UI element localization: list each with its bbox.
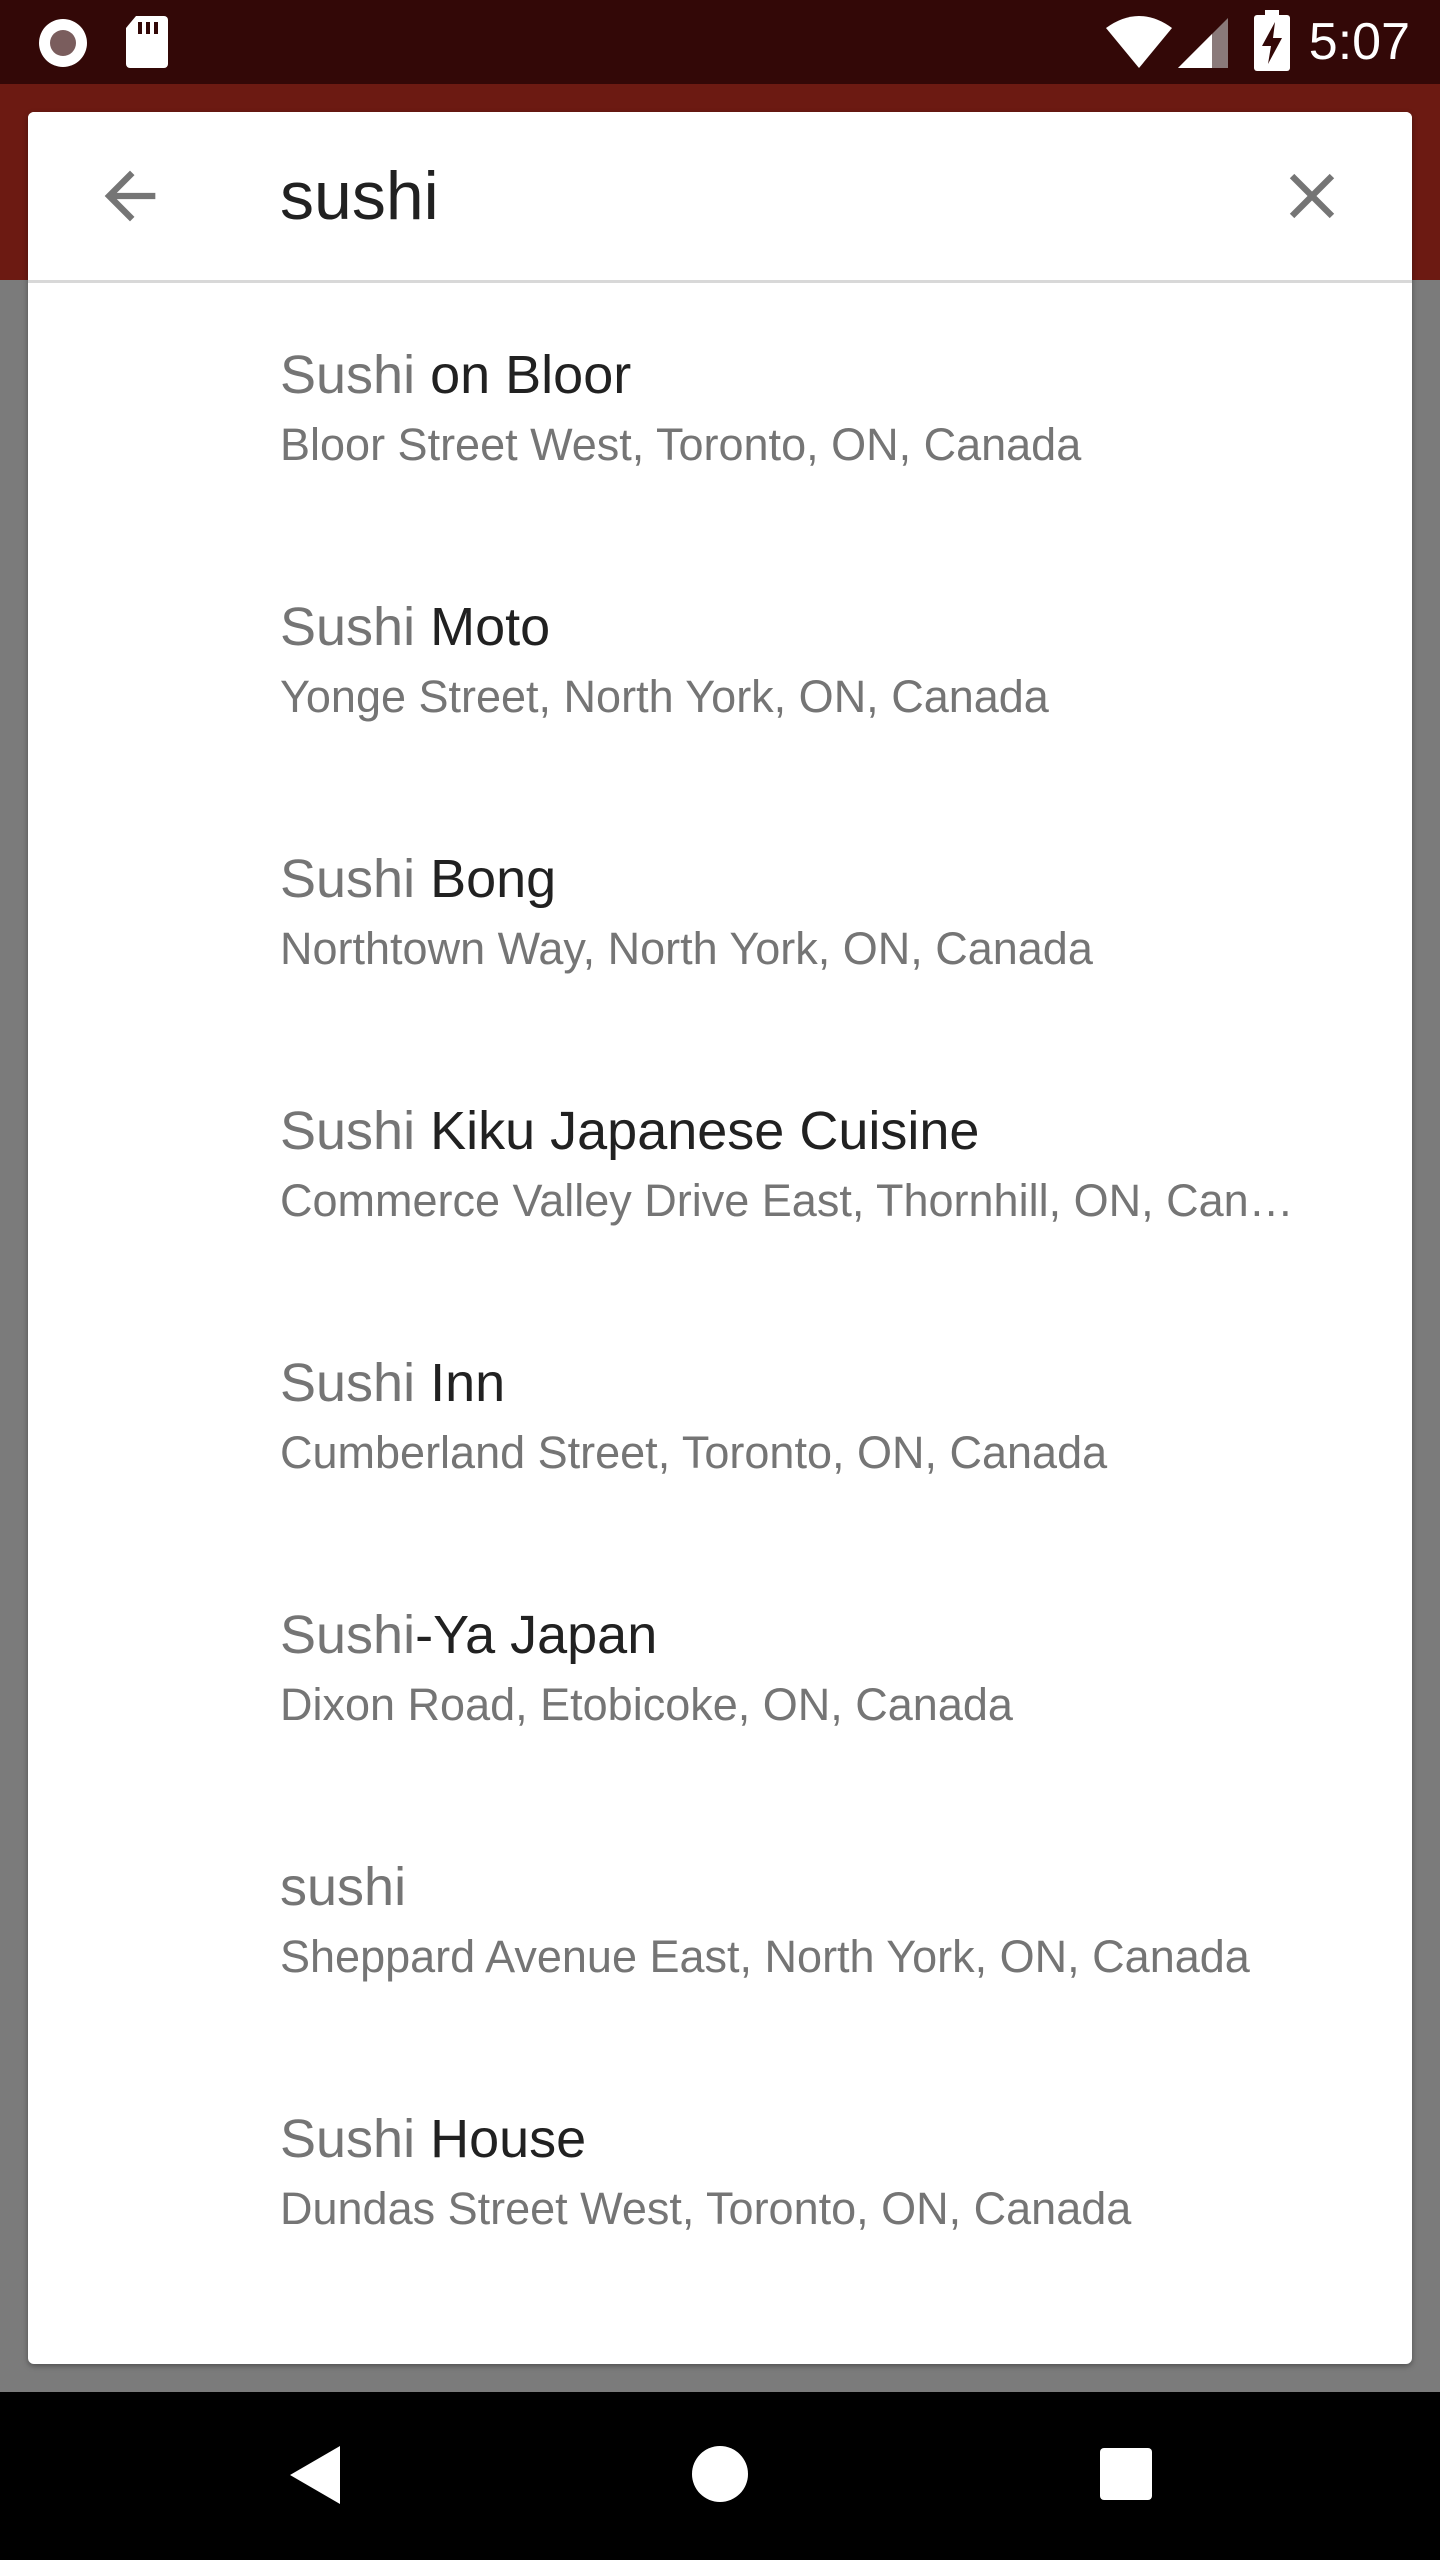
- search-input[interactable]: [280, 148, 1220, 244]
- result-match-text: Sushi: [280, 345, 416, 405]
- result-address: Commerce Valley Drive East, Thornhill, O…: [280, 1175, 1294, 1226]
- result-address: Dixon Road, Etobicoke, ON, Canada: [280, 1679, 1013, 1730]
- result-item[interactable]: Sushi House Dundas Street West, Toronto,…: [28, 2047, 1412, 2299]
- result-title: sushi: [280, 1853, 1370, 1921]
- result-title: Sushi House: [280, 2105, 1370, 2173]
- result-title: Sushi Moto: [280, 593, 1370, 661]
- result-name-text: House: [415, 2109, 587, 2169]
- sd-card-icon: [126, 16, 168, 68]
- cell-signal-icon: [1178, 18, 1228, 68]
- result-item[interactable]: Sushi Moto Yonge Street, North York, ON,…: [28, 535, 1412, 787]
- home-circle-icon[interactable]: [690, 2444, 750, 2504]
- result-name-text: -Ya Japan: [415, 1605, 658, 1665]
- result-address: Yonge Street, North York, ON, Canada: [280, 671, 1049, 722]
- result-item[interactable]: sushi Sheppard Avenue East, North York, …: [28, 1795, 1412, 2047]
- result-item[interactable]: Sushi Bong Northtown Way, North York, ON…: [28, 787, 1412, 1039]
- result-address: Northtown Way, North York, ON, Canada: [280, 923, 1093, 974]
- result-address: Bloor Street West, Toronto, ON, Canada: [280, 419, 1082, 470]
- results-list: Sushi on Bloor Bloor Street West, Toront…: [28, 283, 1412, 2299]
- result-name-text: Kiku Japanese Cuisine: [415, 1101, 980, 1161]
- result-match-text: Sushi: [280, 1605, 416, 1665]
- result-match-text: Sushi: [280, 1353, 416, 1413]
- back-triangle-icon[interactable]: [284, 2442, 346, 2508]
- result-title: Sushi on Bloor: [280, 341, 1370, 409]
- result-name-text: on Bloor: [415, 345, 632, 405]
- result-title: Sushi Inn: [280, 1349, 1370, 1417]
- battery-charging-icon: [1254, 10, 1290, 71]
- result-match-text: Sushi: [280, 2109, 416, 2169]
- result-name-text: Inn: [415, 1353, 506, 1413]
- result-title: Sushi Kiku Japanese Cuisine: [280, 1097, 1370, 1165]
- result-title: Sushi Bong: [280, 845, 1370, 913]
- result-address: Sheppard Avenue East, North York, ON, Ca…: [280, 1931, 1250, 1982]
- close-icon[interactable]: [1274, 158, 1350, 234]
- result-match-text: Sushi: [280, 597, 416, 657]
- result-match-text: sushi: [280, 1857, 407, 1917]
- search-bar: [28, 112, 1412, 283]
- result-match-text: Sushi: [280, 849, 416, 909]
- result-address: Dundas Street West, Toronto, ON, Canada: [280, 2183, 1132, 2234]
- result-name-text: Moto: [415, 597, 551, 657]
- navigation-bar: [0, 2392, 1440, 2560]
- result-item[interactable]: Sushi-Ya Japan Dixon Road, Etobicoke, ON…: [28, 1543, 1412, 1795]
- result-address: Cumberland Street, Toronto, ON, Canada: [280, 1427, 1108, 1478]
- wifi-icon: [1106, 16, 1172, 68]
- result-name-text: Bong: [415, 849, 557, 909]
- record-icon: [39, 19, 87, 67]
- result-match-text: Sushi: [280, 1101, 416, 1161]
- result-item[interactable]: Sushi Kiku Japanese Cuisine Commerce Val…: [28, 1039, 1412, 1291]
- recents-square-icon[interactable]: [1098, 2446, 1154, 2502]
- result-item[interactable]: Sushi on Bloor Bloor Street West, Toront…: [28, 283, 1412, 535]
- arrow-back-icon[interactable]: [92, 158, 168, 234]
- status-time: 5:07: [1308, 13, 1410, 71]
- result-item[interactable]: Sushi Inn Cumberland Street, Toronto, ON…: [28, 1291, 1412, 1543]
- result-title: Sushi-Ya Japan: [280, 1601, 1370, 1669]
- status-bar: 5:07: [0, 0, 1440, 84]
- search-panel: Sushi on Bloor Bloor Street West, Toront…: [28, 112, 1412, 2364]
